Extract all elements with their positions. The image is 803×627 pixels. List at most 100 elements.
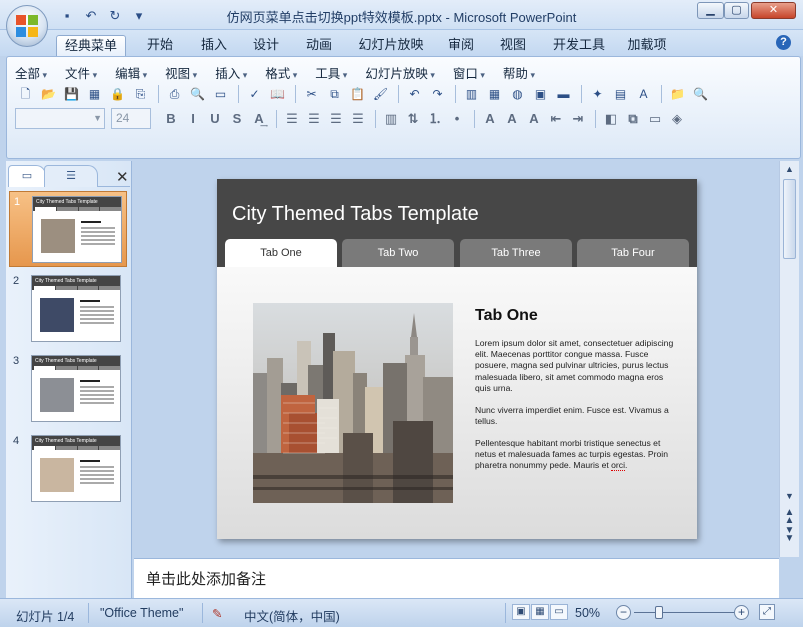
spelling-icon[interactable]: ✓ <box>244 84 265 104</box>
menu-item-8[interactable]: 窗口 <box>453 63 485 82</box>
shadow-icon[interactable]: S <box>227 109 247 129</box>
bold-icon[interactable]: B <box>161 109 181 129</box>
office-button[interactable] <box>6 5 48 47</box>
save-icon[interactable]: 💾 <box>61 84 82 104</box>
scrollbar-thumb[interactable] <box>783 179 796 259</box>
fit-to-window-icon[interactable]: ⤢ <box>759 604 775 620</box>
menu-item-6[interactable]: 工具 <box>315 63 347 82</box>
font-color-icon[interactable]: A <box>480 109 500 129</box>
notes-placeholder[interactable]: 单击此处添加备注 <box>146 568 266 589</box>
cut-icon[interactable]: ✂ <box>301 84 322 104</box>
maximize-button[interactable]: ▢ <box>724 2 749 19</box>
tab-4[interactable]: 动画 <box>301 35 337 56</box>
help-icon[interactable]: ? <box>776 35 791 50</box>
menu-item-2[interactable]: 编辑 <box>115 63 147 82</box>
body-paragraph-2[interactable]: Nunc viverra imperdiet enim. Fusce est. … <box>475 405 680 427</box>
tab-3[interactable]: 设计 <box>248 35 284 56</box>
vertical-scrollbar[interactable]: ▲ ▼ ▲ ▲ ▼ ▼ <box>779 161 799 557</box>
underline-icon[interactable]: U <box>205 109 225 129</box>
align-right-icon[interactable]: ☰ <box>326 109 346 129</box>
slide-tab-four[interactable]: Tab Four <box>577 239 689 267</box>
print-preview-icon[interactable]: 🔍 <box>187 84 208 104</box>
font-name-combo[interactable]: ▼ <box>15 108 105 129</box>
menu-item-7[interactable]: 幻灯片放映 <box>365 63 435 82</box>
new-slide-icon[interactable]: ✦ <box>587 84 608 104</box>
menu-item-5[interactable]: 格式 <box>265 63 297 82</box>
numbering-icon[interactable]: ⒈ <box>425 109 445 129</box>
menu-item-0[interactable]: 全部 <box>15 63 47 82</box>
close-button[interactable]: ✕ <box>751 2 796 19</box>
menu-item-4[interactable]: 插入 <box>215 63 247 82</box>
tab-outline[interactable]: ☰ <box>44 165 98 187</box>
italic-icon[interactable]: I <box>183 109 203 129</box>
save-pdf-icon[interactable]: ▦ <box>84 84 105 104</box>
fill-color-icon[interactable]: ▬ <box>553 84 574 104</box>
zoom-out-icon[interactable]: − <box>616 605 631 620</box>
tab-slides[interactable]: ▭ <box>8 165 46 187</box>
next-slide-icon[interactable]: ▼ ▼ <box>782 526 797 544</box>
shrink-font-icon[interactable]: A <box>524 109 544 129</box>
previous-slide-icon[interactable]: ▲ ▲ <box>782 508 797 526</box>
tab-9[interactable]: 加载项 <box>625 35 669 56</box>
folder-icon[interactable]: 📁 <box>667 84 688 104</box>
zoom-in-icon[interactable]: + <box>734 605 749 620</box>
picture-icon[interactable]: ▣ <box>530 84 551 104</box>
attach-icon[interactable]: ⎘ <box>130 84 151 104</box>
text-direction-icon[interactable]: ⇅ <box>403 109 423 129</box>
paste-icon[interactable]: 📋 <box>347 84 368 104</box>
zoom-level[interactable]: 50% <box>575 606 600 620</box>
slideshow-view-icon[interactable]: ▭ <box>550 604 568 620</box>
slide-tab-one[interactable]: Tab One <box>225 239 337 267</box>
tab-2[interactable]: 插入 <box>196 35 232 56</box>
zoom-slider[interactable] <box>634 612 734 613</box>
body-paragraph-1[interactable]: Lorem ipsum dolor sit amet, consectetuer… <box>475 338 680 394</box>
find-icon[interactable]: 🔍 <box>690 84 711 104</box>
align-left-icon[interactable]: ☰ <box>282 109 302 129</box>
layout-icon[interactable]: ▤ <box>610 84 631 104</box>
arrange-icon[interactable]: ⧉ <box>623 109 643 129</box>
bullets-icon[interactable]: • <box>447 109 467 129</box>
theme-name[interactable]: "Office Theme" <box>100 606 183 620</box>
slide-workspace[interactable]: City Themed Tabs Template Tab One Tab Tw… <box>134 161 779 557</box>
char-spacing-icon[interactable]: A͢ <box>249 109 269 129</box>
spelling-status-icon[interactable]: ✎ <box>212 606 222 621</box>
city-photo[interactable] <box>253 303 453 503</box>
textbox-icon[interactable]: A <box>633 84 654 104</box>
slide-view-icon[interactable]: ▭ <box>210 84 231 104</box>
tab-7[interactable]: 视图 <box>495 35 531 56</box>
tab-5[interactable]: 幻灯片放映 <box>354 35 428 56</box>
scroll-up-icon[interactable]: ▲ <box>782 164 797 174</box>
increase-indent-icon[interactable]: ⇥ <box>568 109 588 129</box>
menu-item-9[interactable]: 帮助 <box>503 63 535 82</box>
print-icon[interactable]: ⎙ <box>164 84 185 104</box>
menu-item-3[interactable]: 视图 <box>165 63 197 82</box>
normal-view-icon[interactable]: ▣ <box>512 604 530 620</box>
tab-8[interactable]: 开发工具 <box>549 35 609 56</box>
permission-icon[interactable]: 🔒 <box>107 84 128 104</box>
undo-icon[interactable]: ↶ <box>404 84 425 104</box>
redo-icon[interactable]: ↷ <box>427 84 448 104</box>
language-status[interactable]: 中文(简体，中国) <box>244 606 340 625</box>
content-heading[interactable]: Tab One <box>475 307 538 325</box>
shapes-icon[interactable]: ◧ <box>601 109 621 129</box>
slide-tab-two[interactable]: Tab Two <box>342 239 454 267</box>
zoom-slider-thumb[interactable] <box>655 606 663 619</box>
quick-styles-icon[interactable]: ▭ <box>645 109 665 129</box>
tab-6[interactable]: 审阅 <box>443 35 479 56</box>
font-size-combo[interactable]: 24 <box>111 108 151 129</box>
grow-font-icon[interactable]: A <box>502 109 522 129</box>
decrease-indent-icon[interactable]: ⇤ <box>546 109 566 129</box>
slide-thumbnail[interactable]: 1 City Themed Tabs Template <box>9 191 127 267</box>
columns-icon[interactable]: ▥ <box>381 109 401 129</box>
justify-icon[interactable]: ☰ <box>348 109 368 129</box>
minimize-button[interactable]: ▁ <box>697 2 724 19</box>
close-icon[interactable]: ✕ <box>116 168 129 186</box>
menu-item-1[interactable]: 文件 <box>65 63 97 82</box>
slide-thumbnail[interactable]: 3 City Themed Tabs Template <box>9 351 127 427</box>
slide-thumbnail[interactable]: 4 City Themed Tabs Template <box>9 431 127 507</box>
align-center-icon[interactable]: ☰ <box>304 109 324 129</box>
body-paragraph-3[interactable]: Pellentesque habitant morbi tristique se… <box>475 438 680 472</box>
slide-canvas[interactable]: City Themed Tabs Template Tab One Tab Tw… <box>217 179 697 539</box>
slide-sorter-icon[interactable]: ▦ <box>531 604 549 620</box>
chart-icon[interactable]: ▥ <box>461 84 482 104</box>
